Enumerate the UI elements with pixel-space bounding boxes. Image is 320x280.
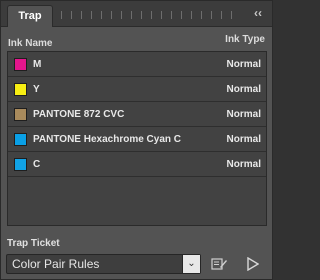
trap-ticket-value: Color Pair Rules — [12, 257, 100, 271]
ink-type[interactable]: Normal — [227, 84, 261, 95]
ink-type-header: Ink Type — [225, 34, 265, 45]
tab-bar-grip — [211, 11, 212, 19]
tab-bar-grip — [201, 11, 202, 19]
chevron-down-icon[interactable]: ⌄ — [182, 255, 200, 273]
tab-bar-grip — [61, 11, 62, 19]
tab-bar-grip — [221, 11, 222, 19]
tab-bar-grip — [101, 11, 102, 19]
tab-bar-grip — [121, 11, 122, 19]
ink-name: PANTONE 872 CVC — [33, 109, 125, 120]
trap-ticket-select[interactable]: Color Pair Rules ⌄ — [6, 254, 201, 274]
ink-name-header: Ink Name — [8, 38, 53, 49]
tab-trap[interactable]: Trap — [7, 5, 53, 27]
ink-name: M — [33, 59, 42, 70]
play-icon[interactable] — [247, 257, 259, 271]
ink-row[interactable]: PANTONE 872 CVC Normal — [8, 102, 266, 127]
tab-bar-grip — [191, 11, 192, 19]
tab-bar-grip — [81, 11, 82, 19]
tab-bar-grip — [181, 11, 182, 19]
ink-list: M Normal Y Normal PANTONE 872 CVC Normal PANTO… — [7, 51, 267, 226]
trap-ticket-label: Trap Ticket — [7, 238, 60, 249]
ink-name: PANTONE Hexachrome Cyan C — [33, 134, 182, 145]
tab-bar-grip — [171, 11, 172, 19]
ink-type[interactable]: Normal — [227, 59, 261, 70]
tab-bar-grip — [151, 11, 152, 19]
ink-swatch — [14, 108, 27, 121]
ink-name: C — [33, 159, 41, 170]
ink-type[interactable]: Normal — [227, 134, 261, 145]
ink-row[interactable]: M Normal — [8, 52, 266, 77]
edit-ticket-icon[interactable] — [211, 257, 227, 271]
ink-row[interactable]: C Normal — [8, 152, 266, 177]
tab-bar-grip — [111, 11, 112, 19]
tab-bar-grip — [231, 11, 232, 19]
ink-row[interactable]: Y Normal — [8, 77, 266, 102]
trap-panel: Trap ‹‹ Ink Name Ink Type M Normal Y Normal… — [0, 0, 273, 280]
collapse-panel-icon[interactable]: ‹‹ — [250, 5, 266, 21]
tab-bar-grip — [161, 11, 162, 19]
tab-bar-grip — [71, 11, 72, 19]
tab-bar-grip — [141, 11, 142, 19]
panel-tab-bar: Trap ‹‹ — [1, 1, 272, 27]
tab-bar-grip — [91, 11, 92, 19]
ink-name: Y — [33, 84, 40, 95]
ink-swatch — [14, 58, 27, 71]
ink-row[interactable]: PANTONE Hexachrome Cyan C Normal — [8, 127, 266, 152]
ink-swatch — [14, 83, 27, 96]
ink-swatch — [14, 133, 27, 146]
ink-swatch — [14, 158, 27, 171]
ink-type[interactable]: Normal — [227, 109, 261, 120]
ink-type[interactable]: Normal — [227, 159, 261, 170]
tab-bar-grip — [131, 11, 132, 19]
